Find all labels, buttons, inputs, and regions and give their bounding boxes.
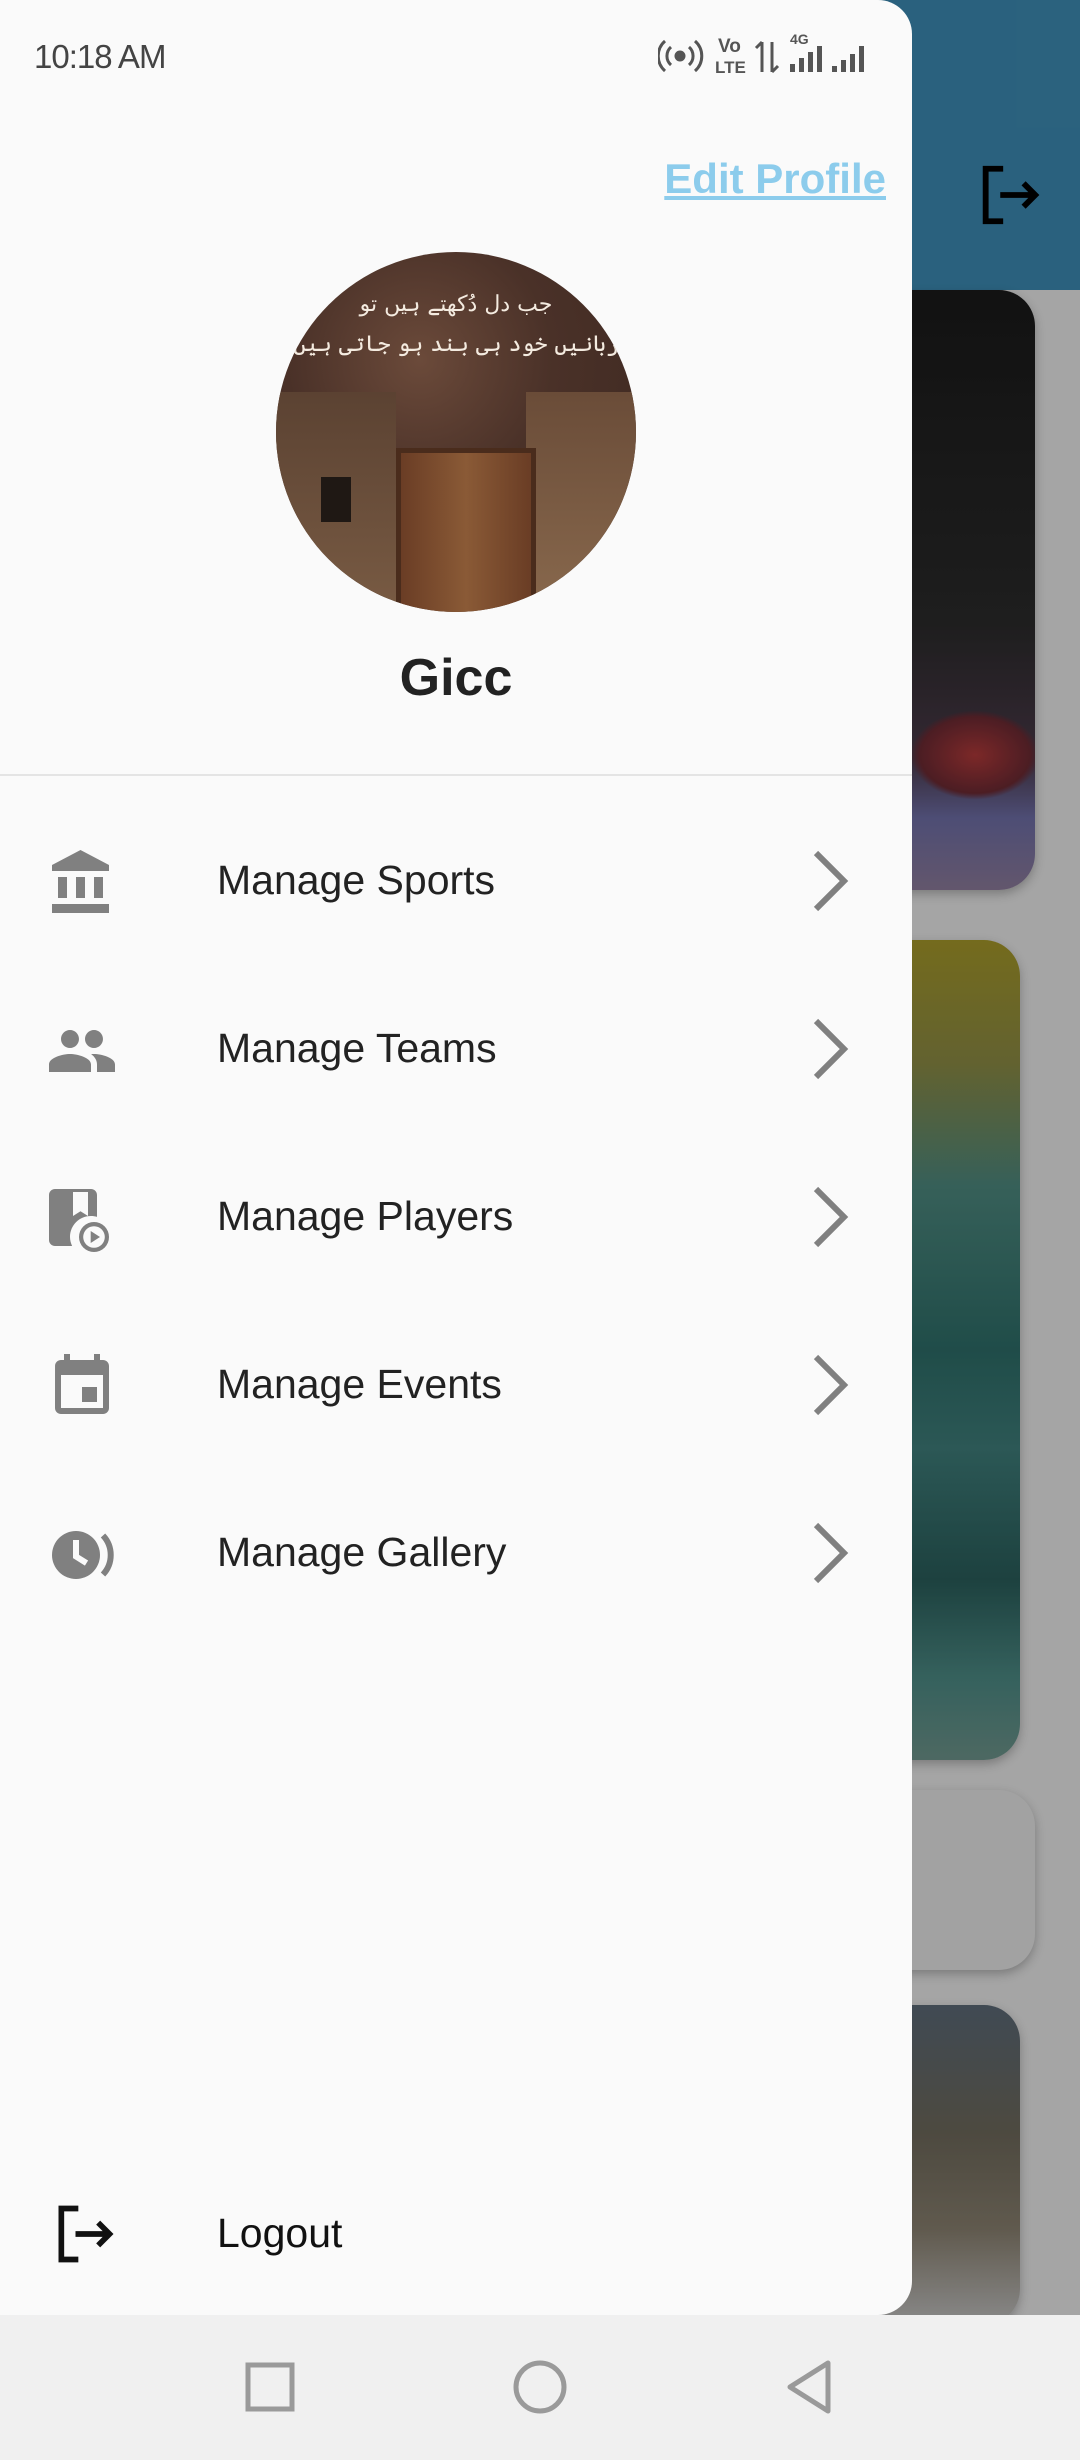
avatar-poem-line: جب دل دُکھتے ہیں تو: [359, 292, 553, 317]
status-icons: Vo LTE 4G: [658, 31, 864, 77]
menu-item-manage-sports[interactable]: Manage Sports: [0, 797, 912, 965]
menu-item-manage-events[interactable]: Manage Events: [0, 1301, 912, 1469]
avatar-poem-line: زبانیں خود ہی بند ہو جاتی ہیں: [293, 332, 619, 357]
menu-item-label: Manage Gallery: [217, 1529, 507, 1575]
menu-item-label: Manage Events: [217, 1361, 502, 1407]
chevron-right-icon: [813, 1522, 849, 1584]
svg-text:4G: 4G: [790, 31, 809, 47]
edit-profile-link[interactable]: Edit Profile: [664, 155, 886, 203]
chevron-right-icon: [813, 1186, 849, 1248]
signal-icon: [790, 46, 822, 72]
avatar[interactable]: جب دل دُکھتے ہیں تو زبانیں خود ہی بند ہو…: [276, 252, 636, 612]
chevron-right-icon: [813, 850, 849, 912]
player-video-icon: [49, 1189, 109, 1252]
volte-label: Vo: [718, 36, 741, 57]
status-time: 10:18 AM: [34, 38, 166, 75]
divider: [0, 774, 912, 776]
door-image: [396, 448, 536, 612]
status-bar: 10:18 AM Vo LTE 4G: [0, 0, 912, 110]
menu-item-manage-players[interactable]: Manage Players: [0, 1133, 912, 1301]
recents-button[interactable]: [240, 2357, 300, 2417]
logout-button[interactable]: Logout: [0, 2148, 912, 2315]
svg-text:LTE: LTE: [715, 58, 746, 77]
navigation-bar: [0, 2315, 1080, 2460]
menu-item-label: Manage Players: [217, 1193, 514, 1239]
profile-name: Gicc: [399, 649, 513, 707]
back-button[interactable]: [780, 2357, 840, 2417]
hotspot-icon: [658, 39, 704, 73]
menu-item-manage-teams[interactable]: Manage Teams: [0, 965, 912, 1133]
people-icon: [49, 1030, 115, 1072]
history-clock-icon: [52, 1531, 114, 1579]
menu-item-manage-gallery[interactable]: Manage Gallery: [0, 1469, 912, 1637]
bank-icon: [52, 850, 109, 913]
menu-item-label: Manage Teams: [217, 1025, 497, 1071]
calendar-icon: [55, 1354, 109, 1414]
chevron-right-icon: [813, 1018, 849, 1080]
menu-item-label: Manage Sports: [217, 857, 496, 903]
data-arrows-icon: [754, 40, 780, 74]
signal-icon-2: [832, 46, 864, 72]
logout-label: Logout: [217, 2210, 343, 2256]
logout-icon: [58, 2205, 114, 2263]
navigation-drawer: 10:18 AM Vo LTE 4G Edit Profile جب دل دُ…: [0, 0, 912, 2315]
home-button[interactable]: [510, 2357, 570, 2417]
chevron-right-icon: [813, 1354, 849, 1416]
